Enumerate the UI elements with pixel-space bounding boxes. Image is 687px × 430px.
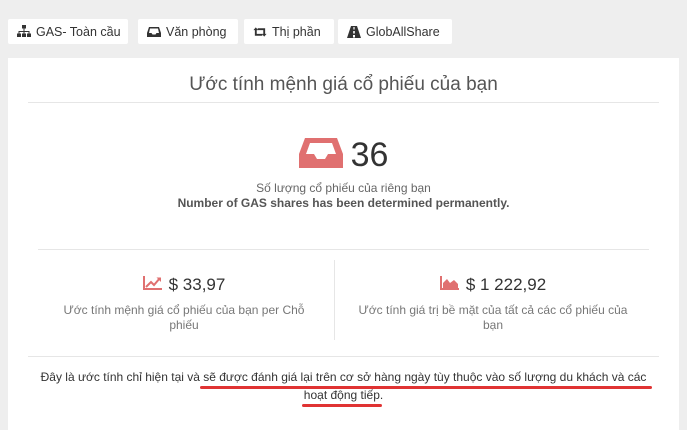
sitemap-icon (17, 25, 31, 39)
tab-label: GlobAllShare (366, 24, 440, 39)
tab-market-share[interactable]: Thị phần (244, 19, 334, 44)
share-count-note: Number of GAS shares has been determined… (177, 196, 510, 210)
divider (28, 102, 659, 103)
tab-label: Thị phần (272, 24, 321, 39)
tab-label: Văn phòng (166, 24, 227, 39)
tab-label: GAS- Toàn cầu (36, 24, 121, 39)
retweet-icon (253, 25, 267, 39)
share-count-row: 36 (8, 135, 679, 175)
area-chart-icon (439, 275, 466, 295)
stat-label: Ước tính giá trị bề mặt của tất cả các c… (358, 303, 628, 332)
stat-per-share: $ 33,97 Ước tính mệnh giá cổ phiếu của b… (48, 274, 320, 333)
divider (28, 356, 659, 357)
road-icon (347, 25, 361, 39)
panel-title: Ước tính mệnh giá cổ phiếu của bạn (189, 74, 498, 95)
stat-total-value: $ 1 222,92 Ước tính giá trị bề mặt của t… (348, 274, 638, 333)
line-chart-icon (142, 275, 169, 295)
inbox-icon (147, 25, 161, 39)
column-divider (334, 260, 335, 340)
tab-gas-global[interactable]: GAS- Toàn cầu (8, 19, 128, 44)
red-annotation-underline (302, 404, 382, 407)
inbox-icon (298, 136, 343, 175)
share-count: 36 (350, 136, 389, 174)
share-count-label: Số lượng cổ phiếu của riêng bạn (256, 181, 431, 195)
stat-value: $ 1 222,92 (465, 275, 547, 294)
tab-globallshare[interactable]: GlobAllShare (338, 19, 452, 44)
stat-label: Ước tính mệnh giá cổ phiếu của bạn per C… (63, 303, 305, 332)
divider (38, 249, 649, 250)
tab-office[interactable]: Văn phòng (138, 19, 238, 44)
red-annotation-underline (200, 386, 652, 389)
share-estimate-panel: Ước tính mệnh giá cổ phiếu của bạn 36 Số… (8, 58, 679, 430)
stat-value: $ 33,97 (168, 275, 226, 294)
